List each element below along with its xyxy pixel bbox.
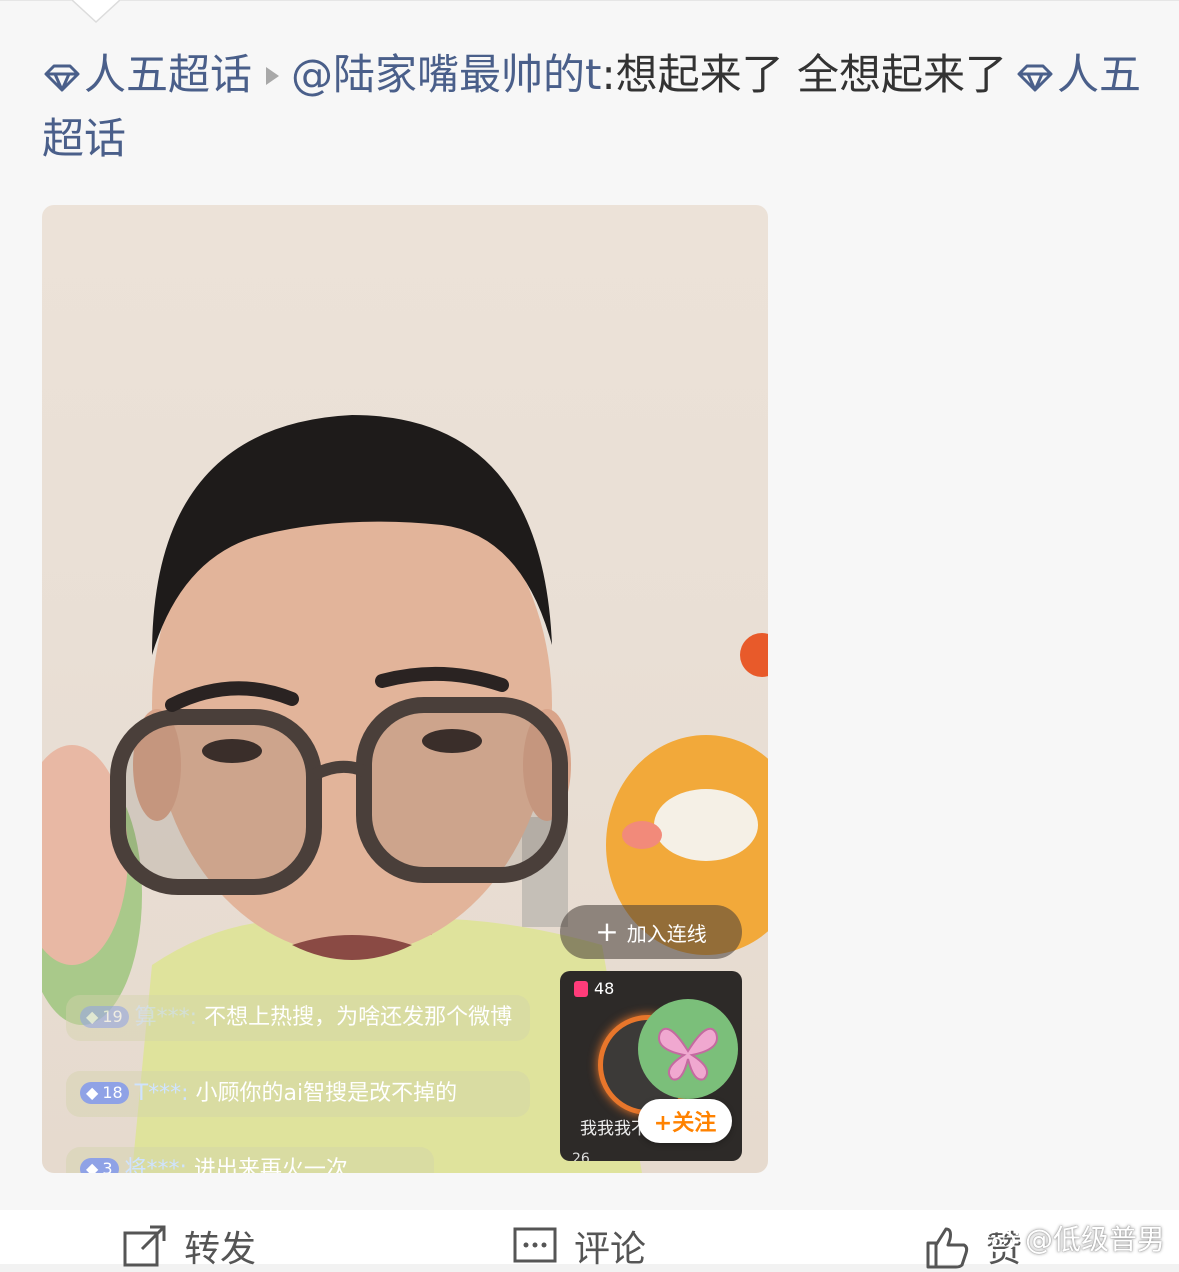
post-card: 人五超话 @陆家嘴最帅的t:想起来了 全想起来了 人五超话 + 加入连线 48 … — [0, 0, 1179, 1211]
topic-1-label: 人五超话 — [84, 50, 253, 99]
next-stream-count: 26 — [572, 1151, 590, 1161]
viewer-badge: 48 — [574, 979, 614, 998]
post-body: :想起来了 全想起来了 — [601, 50, 1007, 99]
butterfly-icon — [658, 1027, 718, 1081]
comment-text: 进出来再火一次 — [193, 1157, 348, 1173]
watermark-text: @低级普男 — [1024, 1223, 1165, 1256]
comment-label: 评论 — [574, 1229, 647, 1270]
plus-icon: + — [595, 915, 619, 948]
post-text: 人五超话 @陆家嘴最帅的t:想起来了 全想起来了 人五超话 — [42, 43, 1142, 171]
comment-user: 算***: — [134, 1005, 198, 1030]
viewer-count: 48 — [594, 979, 615, 998]
comment-button[interactable]: 评论 — [512, 1220, 646, 1272]
topic-link-1[interactable]: 人五超话 — [42, 50, 252, 99]
diamond-icon — [1017, 64, 1053, 92]
level-value: 19 — [102, 1007, 123, 1026]
diamond-icon — [44, 64, 80, 92]
comment-user: T***: — [134, 1081, 189, 1106]
level-badge: ◆ 19 — [80, 1006, 129, 1028]
repost-icon — [123, 1225, 166, 1267]
level-badge: ◆ 18 — [80, 1082, 129, 1104]
live-badge-icon — [574, 980, 588, 997]
comment-text: 小顾你的ai智搜是改不掉的 — [195, 1081, 458, 1106]
thumbs-up-icon — [926, 1227, 969, 1269]
streamer-avatar[interactable] — [638, 999, 738, 1099]
live-comment: ◆ 19 算***: 不想上热搜，为啥还发那个微博 — [66, 995, 530, 1041]
live-comment: ◆ 18 T***: 小顾你的ai智搜是改不掉的 — [66, 1071, 530, 1117]
join-connection-label: 加入连线 — [626, 921, 707, 946]
level-badge: ◆ 3 — [80, 1158, 119, 1173]
live-video-thumbnail[interactable]: + 加入连线 48 我我我不是结结… 26 +关注 ◆ 19算***: 不想上热… — [42, 205, 768, 1173]
comment-icon — [513, 1227, 557, 1263]
repost-label: 转发 — [184, 1229, 257, 1270]
join-connection-button[interactable]: + 加入连线 — [560, 905, 742, 959]
weibo-watermark: @低级普男 — [981, 1218, 1165, 1258]
follow-button[interactable]: +关注 — [638, 1099, 732, 1143]
play-triangle-icon — [266, 66, 280, 85]
live-comment: ◆ 3 将***: 进出来再火一次 — [66, 1147, 434, 1173]
comment-user: 将***: — [124, 1157, 187, 1173]
repost-button[interactable]: 转发 — [122, 1220, 256, 1272]
level-value: 18 — [102, 1083, 123, 1102]
comment-text: 不想上热搜，为啥还发那个微博 — [204, 1005, 513, 1030]
mention-link[interactable]: @陆家嘴最帅的t — [291, 50, 601, 99]
weibo-logo-icon — [982, 1225, 1019, 1253]
level-value: 3 — [102, 1159, 113, 1173]
card-pointer — [72, 0, 120, 24]
